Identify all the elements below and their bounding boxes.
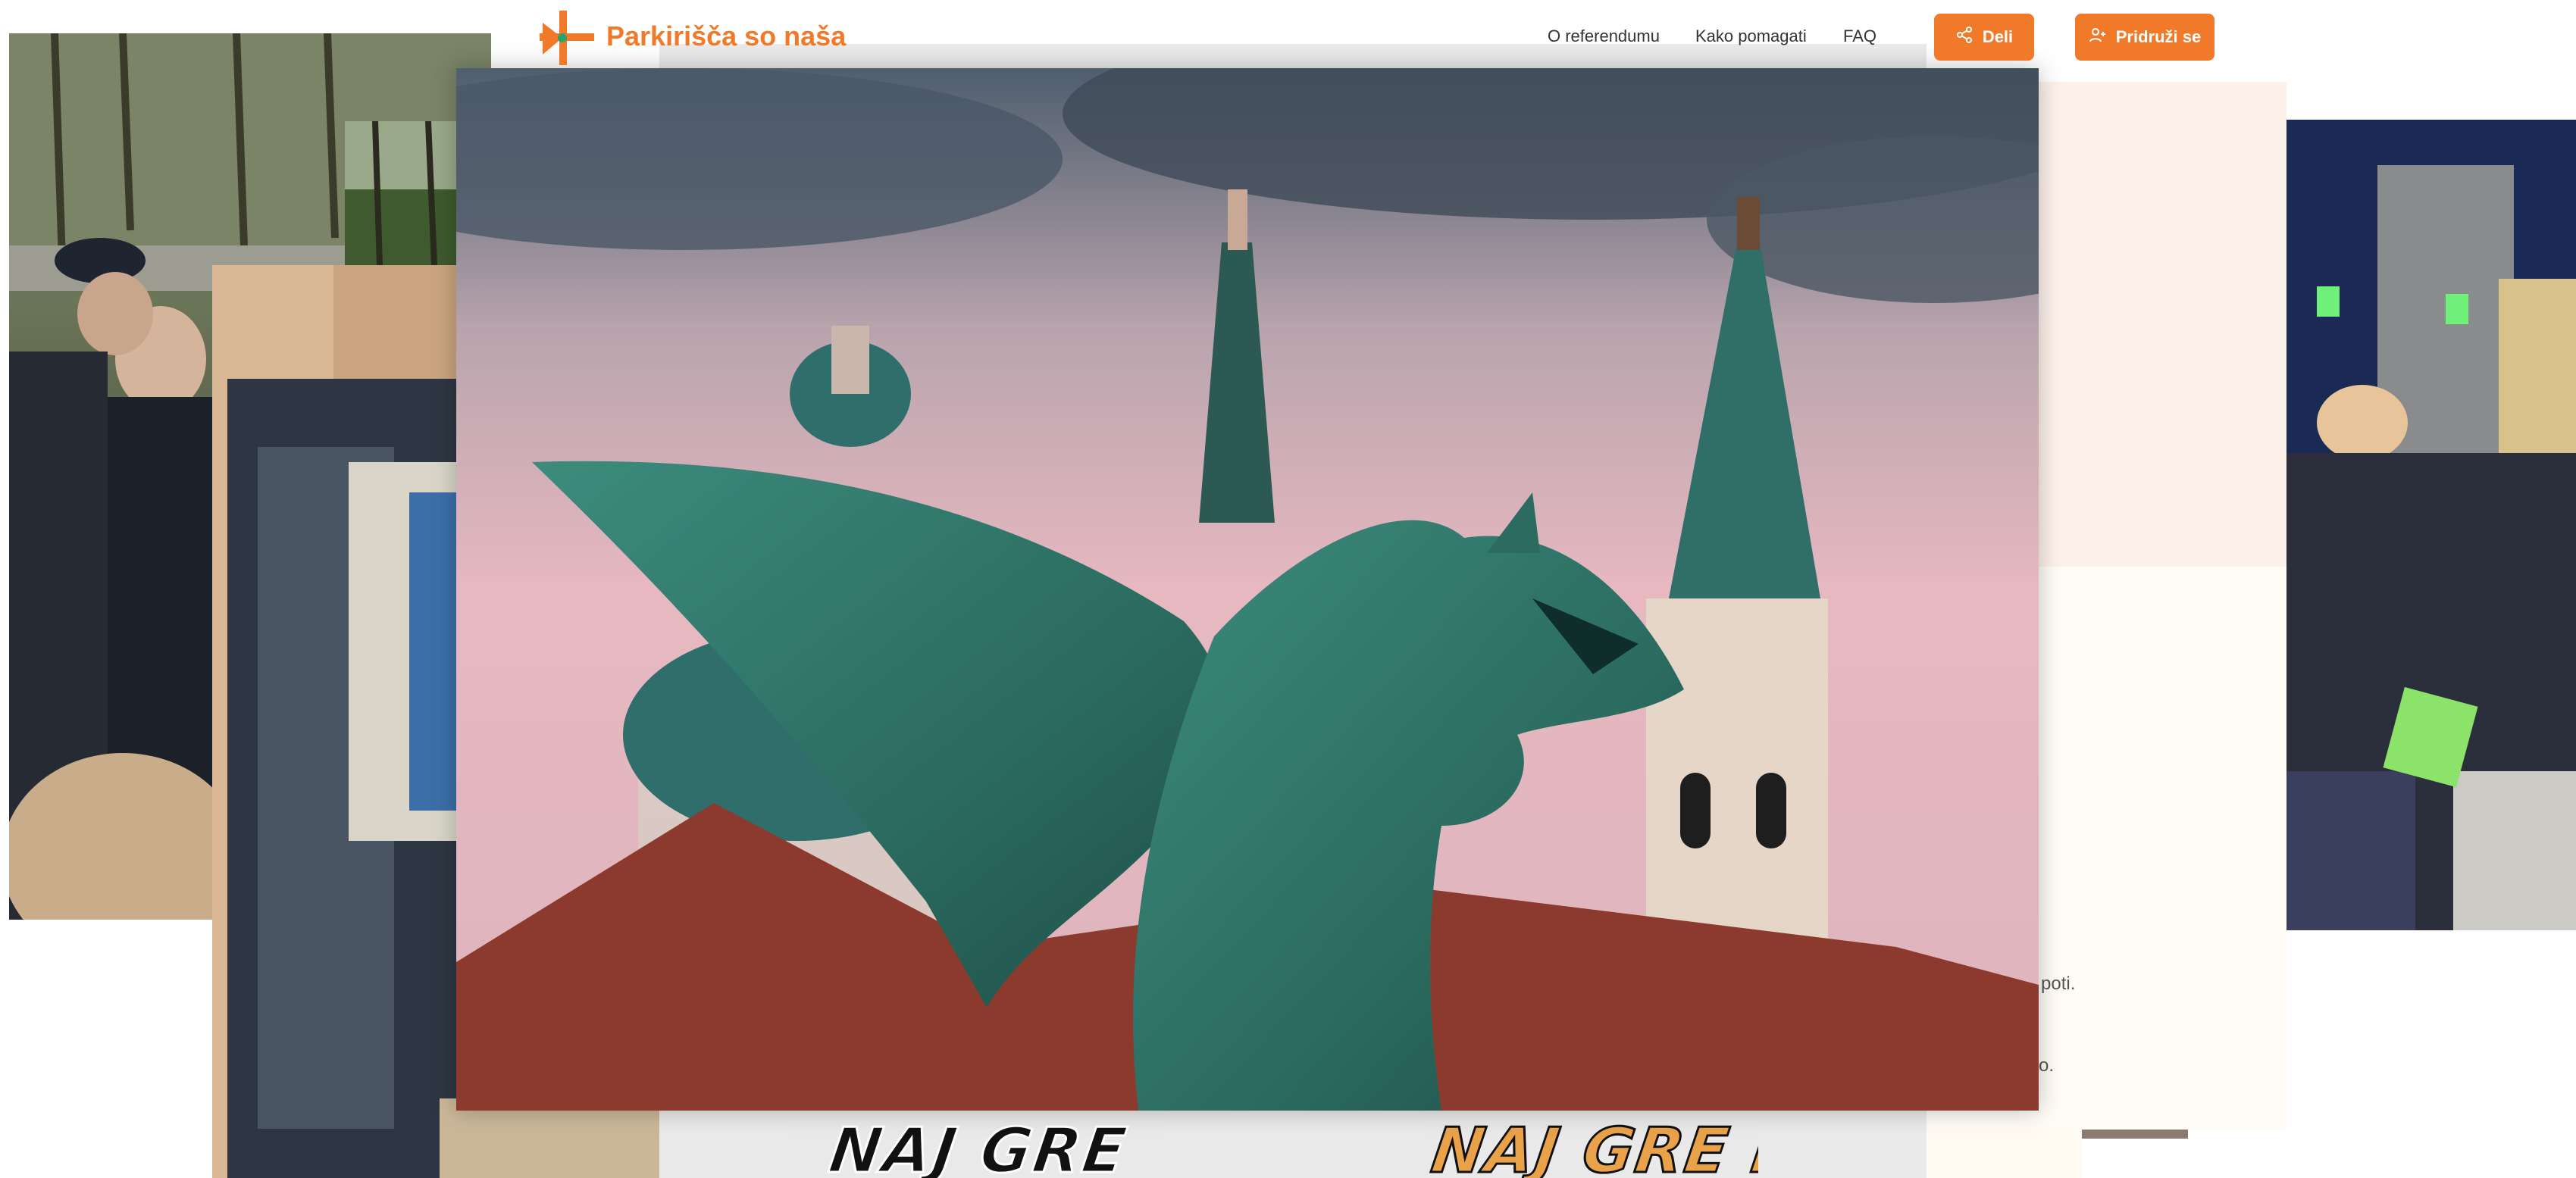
fragment-text: poti. [2041, 973, 2076, 994]
poster-right-text: NAJ GRE P [1426, 1114, 1758, 1178]
fragment-image [2082, 1130, 2188, 1139]
site-logo-text[interactable]: Parkirišča so naša [606, 18, 846, 55]
park-photo [345, 121, 466, 265]
fragment-text: o. [2039, 1055, 2055, 1076]
share-icon [1955, 26, 1973, 48]
join-button[interactable]: Pridruži se [2075, 14, 2214, 61]
share-button[interactable]: Deli [1934, 14, 2034, 61]
dragon-bridge-photo[interactable] [456, 68, 2039, 1111]
nav-link-faq[interactable]: FAQ [1843, 26, 1876, 47]
user-plus-icon [2089, 26, 2107, 48]
poster-left: NAJ GRE [788, 1111, 1167, 1178]
poster-right: NAJ GRE P [1425, 1111, 1758, 1178]
parking-logo-icon[interactable] [540, 11, 594, 65]
share-button-label: Deli [1982, 27, 2014, 46]
cream-section-footer [1927, 1130, 2082, 1178]
meeting-photo [2286, 120, 2576, 930]
nav-link-kako-pomagati[interactable]: Kako pomagati [1695, 26, 1807, 47]
nav-link-o-referendumu[interactable]: O referendumu [1548, 26, 1660, 47]
poster-left-text: NAJ GRE [824, 1114, 1133, 1178]
join-button-label: Pridruži se [2115, 27, 2202, 46]
